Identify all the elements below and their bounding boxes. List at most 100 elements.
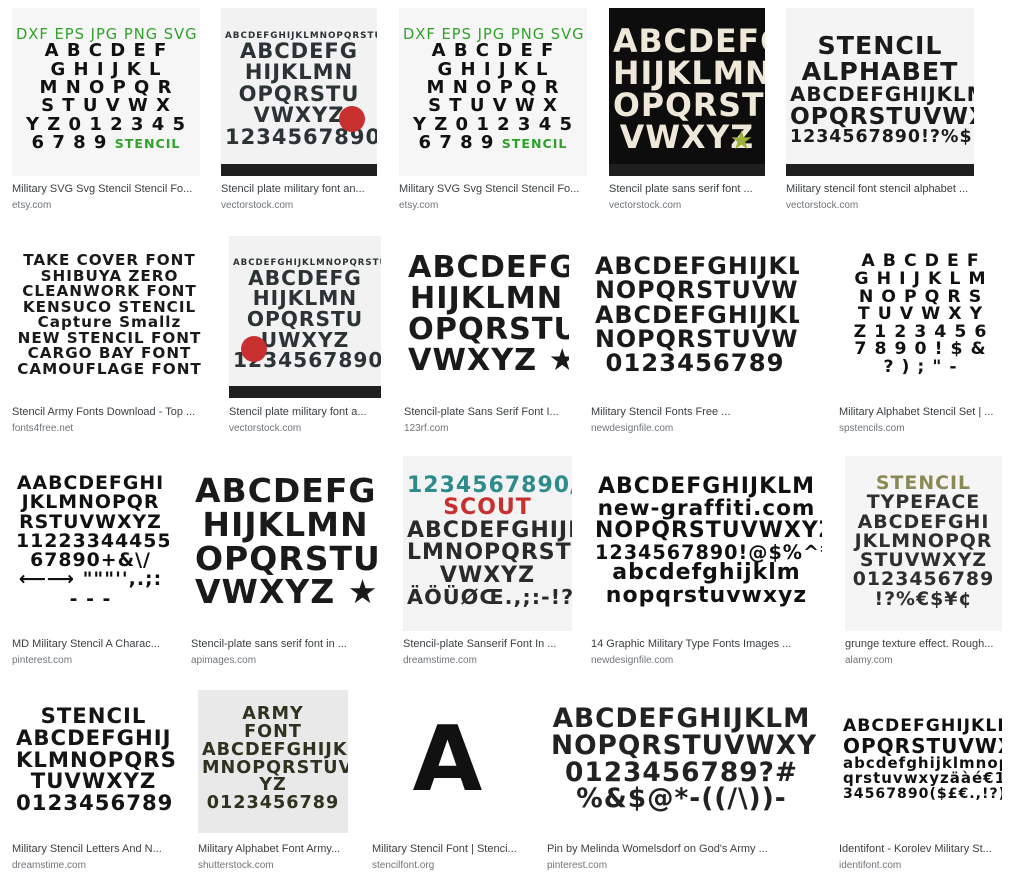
font-sample-line: 1234567890/: [407, 472, 572, 498]
result-title[interactable]: Military Stencil Letters And N...: [12, 843, 175, 856]
font-sample-line: G H I J K L M: [854, 268, 987, 289]
result-thumbnail[interactable]: A: [372, 690, 524, 833]
result-source[interactable]: etsy.com: [399, 200, 587, 212]
result-source[interactable]: newdesignfile.com: [591, 655, 822, 667]
image-result-card[interactable]: DXF EPS JPG PNG SVG A B C D E FG H I J K …: [399, 8, 587, 211]
result-title[interactable]: Military Stencil Font | Stenci...: [372, 843, 524, 856]
result-source[interactable]: shutterstock.com: [198, 860, 348, 872]
result-thumbnail[interactable]: ABCDEFGHIJKLM new-graffiti.com NOPQRSTUVWX…: [591, 456, 822, 631]
result-thumbnail[interactable]: ABCDEFGHIJKLM NOPQRSTUVWXYZ 0123456789?# %&…: [547, 690, 816, 833]
result-title[interactable]: MD Military Stencil A Charac...: [12, 638, 169, 651]
result-thumbnail[interactable]: ABCDEFG HIJKLMN OPQRSTU VWXYZ ★: [404, 236, 569, 398]
result-title[interactable]: grunge texture effect. Rough...: [845, 638, 1002, 651]
image-result-card[interactable]: ABCDEFGHIJKLMNOPQRSTUVWXYZABCDEFGHIJKLMN…: [591, 236, 799, 434]
result-source[interactable]: vectorstock.com: [786, 200, 974, 212]
result-source[interactable]: etsy.com: [12, 200, 200, 212]
font-sample-line: ? ) ; " -: [883, 357, 958, 378]
result-source[interactable]: pinterest.com: [547, 860, 816, 872]
image-result-card[interactable]: AABCDEFGHI JKLMNOPQR RSTUVWXYZ 11223344455 6…: [12, 456, 169, 666]
result-title[interactable]: Military SVG Svg Stencil Stencil Fo...: [12, 183, 200, 196]
font-sample-line: ABCDEFGHIJKLM: [595, 300, 799, 329]
image-result-card[interactable]: A B C D E FG H I J K L MN O P Q R ST U V…: [839, 236, 1002, 434]
font-sample-line: A B C D E F: [44, 40, 168, 62]
result-thumbnail[interactable]: ABCDEFGHIJKLMNOPQRSTUVWXYZABCDEFGHIJKLMN…: [591, 236, 799, 398]
result-title[interactable]: Stencil plate military font an...: [221, 183, 377, 196]
image-result-card[interactable]: ABCDEFG HIJKLMN OPQRSTU VWXYZ ★ Stencil-plat…: [191, 456, 380, 666]
result-source[interactable]: pinterest.com: [12, 655, 169, 667]
result-thumbnail[interactable]: ABCDEFGHIJKLMNOPQRSTUVWXYZABCDEFGHIJKLMN…: [221, 8, 377, 176]
result-title[interactable]: Stencil-plate Sanserif Font In ...: [403, 638, 572, 651]
image-result-card[interactable]: ARMYFONTABCDEFGHIJKLMNOPQRSTUVWXYZ012345…: [198, 690, 348, 871]
image-result-card[interactable]: ABCDEFGHIJKLM new-graffiti.com NOPQRSTUVWX…: [591, 456, 822, 666]
result-source[interactable]: identifont.com: [839, 860, 1002, 872]
image-result-card[interactable]: TAKE COVER FONT SHIBUYA ZERO CLEANWORK FON…: [12, 236, 207, 434]
result-thumbnail[interactable]: AABCDEFGHI JKLMNOPQR RSTUVWXYZ 11223344455 6…: [12, 456, 169, 631]
result-title[interactable]: Military Stencil Fonts Free ...: [591, 406, 799, 419]
image-result-card[interactable]: STENCILALPHABETABCDEFGHIJKLMNOPQRSTUVWXY…: [786, 8, 974, 211]
result-thumbnail[interactable]: DXF EPS JPG PNG SVG A B C D E FG H I J K …: [12, 8, 200, 176]
font-sample-line: NOPQRSTUVWXYZ: [595, 276, 799, 305]
result-source[interactable]: 123rf.com: [404, 423, 569, 435]
image-result-card[interactable]: DXF EPS JPG PNG SVG A B C D E FG H I J K …: [12, 8, 200, 211]
result-title[interactable]: Stencil-plate sans serif font in ...: [191, 638, 380, 651]
result-source[interactable]: vectorstock.com: [609, 200, 765, 212]
result-thumbnail[interactable]: ABCDEFGHIJKLMNOPQRSTUVWXYZ★: [609, 8, 765, 176]
result-title[interactable]: Military SVG Svg Stencil Stencil Fo...: [399, 183, 587, 196]
watermark-strip: [229, 386, 381, 398]
result-source[interactable]: fonts4free.net: [12, 423, 207, 435]
font-sample-line: ARMY: [242, 703, 304, 724]
result-thumbnail[interactable]: ARMYFONTABCDEFGHIJKLMNOPQRSTUVWXYZ012345…: [198, 690, 348, 833]
result-source[interactable]: apimages.com: [191, 655, 380, 667]
font-sample-line: A B C D E F: [431, 40, 555, 62]
result-title[interactable]: Stencil plate military font a...: [229, 406, 381, 419]
result-thumbnail[interactable]: 1234567890/SCOUTABCDEFGHIJKLMNOPQRSTUVWX…: [403, 456, 572, 631]
result-source[interactable]: spstencils.com: [839, 423, 1002, 435]
font-sample-line: ABCDEFGHIJKLM: [552, 702, 811, 734]
result-source[interactable]: vectorstock.com: [229, 423, 381, 435]
result-thumbnail[interactable]: TAKE COVER FONT SHIBUYA ZERO CLEANWORK FON…: [12, 236, 207, 398]
image-result-card[interactable]: STENCIL TYPEFACE ABCDEFGHI JKLMNOPQR STUVWXY…: [845, 456, 1002, 666]
result-thumbnail[interactable]: STENCIL TYPEFACE ABCDEFGHI JKLMNOPQR STUVWXY…: [845, 456, 1002, 631]
font-sample-line: OPQRSTU: [238, 81, 360, 106]
result-thumbnail[interactable]: A B C D E FG H I J K L MN O P Q R ST U V…: [839, 236, 1002, 398]
result-title[interactable]: Military Alphabet Stencil Set | ...: [839, 406, 1002, 419]
result-title[interactable]: 14 Graphic Military Type Fonts Images ..…: [591, 638, 822, 651]
result-source[interactable]: stencilfont.org: [372, 860, 524, 872]
result-source[interactable]: dreamstime.com: [403, 655, 572, 667]
font-sample-line: OPQRSTUVWXYZ: [843, 733, 1002, 758]
result-thumbnail[interactable]: ABCDEFGHIJKLMNOPQRSTUVWXYZabcdefghijklmn…: [839, 690, 1002, 833]
image-result-card[interactable]: ABCDEFGHIJKLMNOPQRSTUVWXYZABCDEFGHIJKLMN…: [221, 8, 377, 211]
result-title[interactable]: Stencil-plate Sans Serif Font I...: [404, 406, 569, 419]
result-title[interactable]: Stencil Army Fonts Download - Top ...: [12, 406, 207, 419]
image-result-card[interactable]: ABCDEFGHIJKLMNOPQRSTUVWXYZABCDEFGHIJKLMN…: [229, 236, 381, 434]
result-title[interactable]: Military Alphabet Font Army...: [198, 843, 348, 856]
result-title[interactable]: Identifont - Korolev Military St...: [839, 843, 1002, 856]
result-thumbnail[interactable]: ABCDEFGHIJKLMNOPQRSTUVWXYZABCDEFGHIJKLMN…: [229, 236, 381, 398]
font-sample-line: LMNOPQRSTU: [407, 540, 572, 566]
font-sample-line: 1234567890!?%$:;: [790, 126, 974, 147]
result-thumbnail[interactable]: STENCIL ABCDEFGHIJ KLMNOPQRS TUVWXYZ 0123456…: [12, 690, 175, 833]
font-sample-line: TUVWXYZ: [30, 768, 157, 794]
image-result-card[interactable]: 1234567890/SCOUTABCDEFGHIJKLMNOPQRSTUVWX…: [403, 456, 572, 666]
image-result-card[interactable]: STENCIL ABCDEFGHIJ KLMNOPQRS TUVWXYZ 0123456…: [12, 690, 175, 871]
font-sample-line: HIJKLMN: [244, 60, 354, 85]
result-title[interactable]: Military stencil font stencil alphabet .…: [786, 183, 974, 196]
font-sample-line: ABCDEFGHIJKLMN: [790, 82, 974, 106]
stamp-badge: [339, 106, 365, 132]
image-result-card[interactable]: A Military Stencil Font | Stenci... stenci…: [372, 690, 524, 871]
image-result-card[interactable]: ABCDEFGHIJKLM NOPQRSTUVWXYZ 0123456789?# %&…: [547, 690, 816, 871]
result-thumbnail[interactable]: ABCDEFG HIJKLMN OPQRSTU VWXYZ ★: [191, 456, 380, 631]
result-title[interactable]: Pin by Melinda Womelsdorf on God's Army …: [547, 843, 816, 856]
result-source[interactable]: dreamstime.com: [12, 860, 175, 872]
result-source[interactable]: newdesignfile.com: [591, 423, 799, 435]
result-source[interactable]: alamy.com: [845, 655, 1002, 667]
result-title[interactable]: Stencil plate sans serif font ...: [609, 183, 765, 196]
result-thumbnail[interactable]: STENCILALPHABETABCDEFGHIJKLMNOPQRSTUVWXY…: [786, 8, 974, 176]
result-thumbnail[interactable]: DXF EPS JPG PNG SVG A B C D E FG H I J K …: [399, 8, 587, 176]
font-sample-line: RSTUVWXYZ: [19, 510, 162, 533]
image-result-card[interactable]: ABCDEFGHIJKLMNOPQRSTUVWXYZ★ Stencil plate…: [609, 8, 765, 211]
font-sample-line: ⟵⟶ """'',.;:: [18, 568, 163, 591]
image-result-card[interactable]: ABCDEFGHIJKLMNOPQRSTUVWXYZabcdefghijklmn…: [839, 690, 1002, 871]
result-source[interactable]: vectorstock.com: [221, 200, 377, 212]
image-result-card[interactable]: ABCDEFG HIJKLMN OPQRSTU VWXYZ ★ Stencil-plat…: [404, 236, 569, 434]
